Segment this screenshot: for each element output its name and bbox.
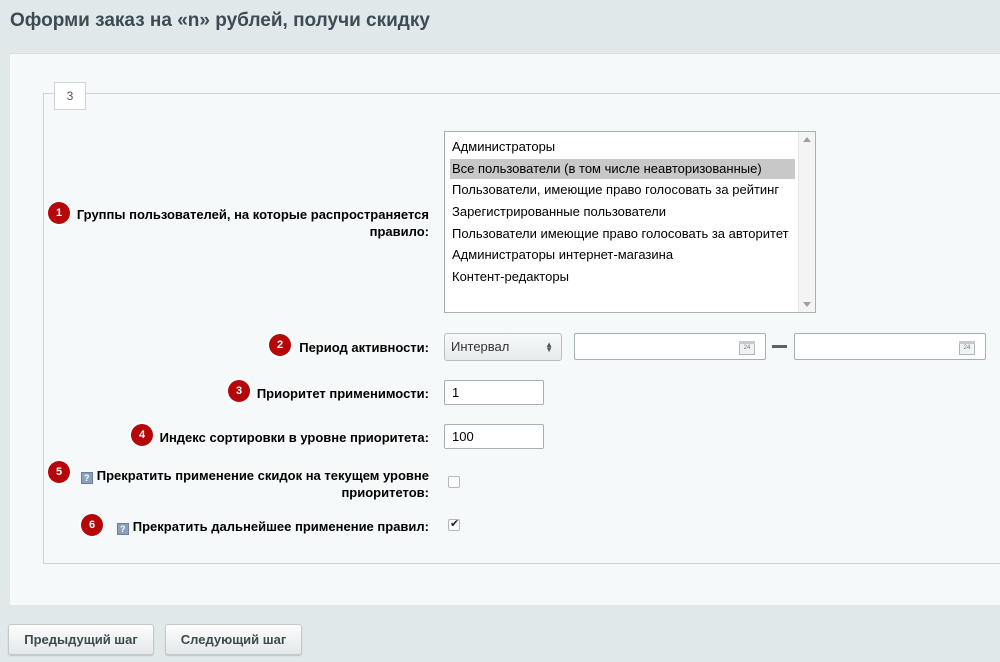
prev-step-button[interactable]: Предыдущий шаг	[8, 624, 154, 655]
period-label: Период активности:	[299, 340, 429, 355]
stop-level-label-line2: приоритетов:	[341, 485, 429, 500]
date-to-input[interactable]: 24	[794, 333, 986, 360]
step-badge-4: 4	[131, 424, 153, 446]
list-option[interactable]: Пользователи имеющие право голосовать за…	[450, 224, 795, 244]
date-range-dash	[772, 345, 787, 348]
period-type-value: Интервал	[451, 339, 510, 354]
listbox-scrollbar[interactable]	[798, 132, 815, 312]
list-option[interactable]: Администраторы	[450, 137, 795, 157]
scroll-down-icon[interactable]	[803, 302, 811, 307]
stop-level-label: ? Прекратить применение скидок на текущем…	[80, 467, 429, 501]
date-from-input[interactable]: 24	[574, 333, 766, 360]
groups-label: Группы пользователей, на которые распрос…	[77, 206, 429, 240]
stop-rules-label-text: Прекратить дальнейшее применение правил:	[132, 519, 429, 534]
list-option[interactable]: Зарегистрированные пользователи	[450, 202, 795, 222]
sort-index-input[interactable]: 100	[444, 424, 544, 449]
step-badge-3: 3	[228, 380, 250, 402]
groups-label-line1: Группы пользователей, на которые распрос…	[76, 207, 429, 222]
help-icon[interactable]: ?	[80, 472, 93, 484]
next-step-button[interactable]: Следующий шаг	[165, 624, 302, 655]
groups-label-line2: правило:	[369, 224, 429, 239]
list-option-selected[interactable]: Все пользователи (в том числе неавторизо…	[450, 159, 795, 179]
stop-level-label-line1: Прекратить применение скидок на текущем …	[96, 468, 429, 483]
user-groups-listbox[interactable]: Администраторы Все пользователи (в том ч…	[444, 131, 816, 313]
step-badge-6: 6	[81, 514, 103, 536]
step-badge-2: 2	[269, 334, 291, 356]
period-type-select[interactable]: Интервал ▲ ▼	[444, 333, 562, 361]
sort-label: Индекс сортировки в уровне приоритета:	[159, 430, 429, 445]
select-arrows-icon: ▲ ▼	[545, 340, 553, 354]
list-option[interactable]: Контент-редакторы	[450, 267, 795, 287]
step-badge-1: 1	[48, 202, 70, 224]
stop-level-checkbox[interactable]	[448, 476, 460, 488]
stop-rules-checkbox[interactable]	[448, 517, 460, 531]
help-icon[interactable]: ?	[116, 523, 129, 535]
list-option[interactable]: Администраторы интернет-магазина	[450, 245, 795, 265]
step-badge-5: 5	[48, 461, 70, 483]
priority-input[interactable]: 1	[444, 380, 544, 405]
scroll-up-icon[interactable]	[803, 137, 811, 142]
stop-rules-label: ? Прекратить дальнейшее применение правил…	[116, 518, 429, 535]
calendar-icon[interactable]: 24	[959, 341, 975, 355]
page-title: Оформи заказ на «n» рублей, получи скидк…	[10, 10, 430, 31]
list-option[interactable]: Пользователи, имеющие право голосовать з…	[450, 180, 795, 200]
priority-label: Приоритет применимости:	[256, 386, 429, 401]
tab-step-3[interactable]: 3	[54, 82, 86, 110]
calendar-icon[interactable]: 24	[739, 341, 755, 355]
